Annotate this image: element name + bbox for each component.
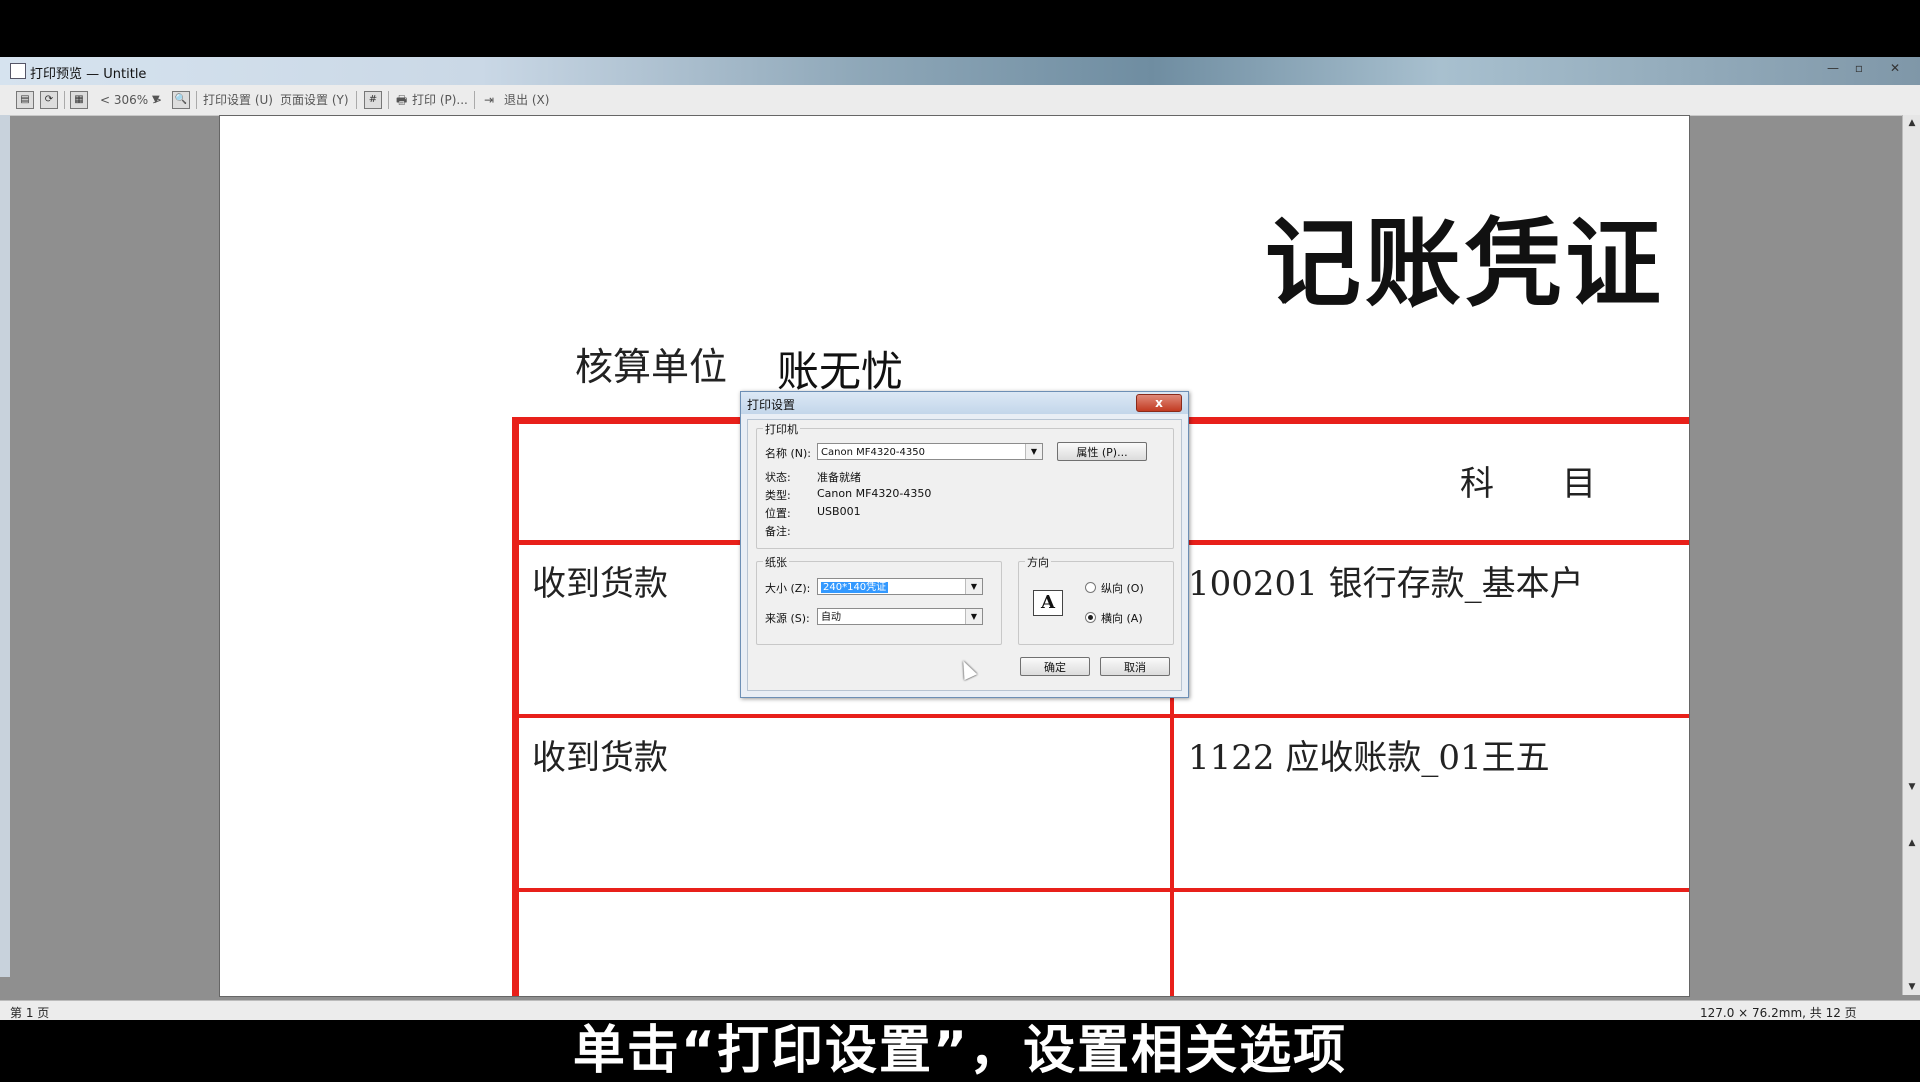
scroll-up-icon[interactable]: ▲ [1903, 115, 1920, 131]
orientation-group: 方向 A 纵向 (O) 横向 (A) [1018, 554, 1174, 645]
minimize-button[interactable]: — [1820, 59, 1846, 77]
row-summary: 收到货款 [532, 564, 668, 604]
toolbar: ▤ ⟳ ▦ < 306% > ▼ 🔍 打印设置 (U) 页面设置 (Y) # 🖶… [0, 85, 1920, 116]
page-view-icon[interactable]: ▤ [16, 91, 34, 109]
ok-button[interactable]: 确定 [1020, 657, 1090, 676]
chevron-down-icon[interactable]: ▼ [1025, 444, 1042, 459]
dialog-title-bar: 打印设置 x [741, 392, 1188, 414]
paper-source-value: 自动 [821, 612, 841, 623]
status-bar: 第 1 页 127.0 × 76.2mm, 共 12 页 [0, 1000, 1920, 1021]
zoom-magnifier-icon[interactable]: 🔍 [172, 91, 190, 109]
exit-icon: ⇥ [484, 93, 495, 107]
toolbar-separator [388, 91, 389, 109]
row-account: 1122 应收账款_01王五 [1188, 738, 1550, 778]
landscape-label[interactable]: 横向 (A) [1101, 610, 1143, 626]
orientation-group-label: 方向 [1025, 554, 1051, 570]
toolbar-separator [356, 91, 357, 109]
printer-name-label: 名称 (N): [765, 447, 812, 460]
paper-group: 纸张 大小 (Z): 240*140凭证 ▼ 来源 (S): 自动 ▼ [756, 554, 1002, 645]
comment-label: 备注: [765, 525, 791, 538]
toolbar-separator [196, 91, 197, 109]
status-page: 第 1 页 [10, 1006, 50, 1020]
exit-button[interactable]: 退出 (X) [504, 90, 549, 110]
video-subtitle: 单击“打印设置”，设置相关选项 [572, 1021, 1348, 1081]
row-summary: 收到货款 [532, 738, 668, 778]
print-button[interactable]: 打印 (P)... [412, 90, 468, 110]
table-row-line [512, 888, 1689, 892]
chevron-down-icon[interactable]: ▼ [965, 609, 982, 624]
subject-header: 科 目 [1460, 464, 1596, 504]
printer-name-select[interactable]: Canon MF4320-4350 ▼ [817, 443, 1043, 460]
paper-group-label: 纸张 [763, 554, 789, 570]
app-icon [10, 63, 26, 79]
print-setup-dialog: 打印设置 x 打印机 名称 (N): Canon MF4320-4350 ▼ 属… [740, 391, 1189, 698]
location-value: USB001 [817, 505, 861, 518]
unit-value: 账无忧 [777, 347, 904, 396]
printer-name-value: Canon MF4320-4350 [821, 447, 925, 458]
paper-size-value: 240*140凭证 [821, 582, 889, 593]
paper-size-label: 大小 (Z): [765, 582, 811, 595]
window-title: 打印预览 — Untitle [30, 67, 147, 82]
unit-label: 核算单位 [575, 345, 728, 389]
multi-page-icon[interactable]: ▦ [70, 91, 88, 109]
portrait-radio[interactable] [1085, 582, 1096, 593]
left-strip [0, 115, 10, 977]
voucher-title: 记账凭证 [1265, 207, 1665, 320]
chevron-down-icon[interactable]: ▼ [965, 579, 982, 594]
toolbar-separator [64, 91, 65, 109]
landscape-radio[interactable] [1085, 612, 1096, 623]
scroll-down-icon[interactable]: ▼ [1903, 779, 1920, 795]
page-setup-button[interactable]: 页面设置 (Y) [280, 90, 349, 110]
paper-source-select[interactable]: 自动 ▼ [817, 608, 983, 625]
close-window-button[interactable]: ✕ [1882, 59, 1908, 77]
dialog-close-button[interactable]: x [1136, 394, 1182, 412]
type-value: Canon MF4320-4350 [817, 487, 932, 500]
refresh-icon[interactable]: ⟳ [40, 91, 58, 109]
cancel-button[interactable]: 取消 [1100, 657, 1170, 676]
paper-source-label: 来源 (S): [765, 612, 810, 625]
printer-group: 打印机 名称 (N): Canon MF4320-4350 ▼ 属性 (P)..… [756, 421, 1174, 549]
orientation-preview-icon: A [1033, 590, 1063, 616]
location-label: 位置: [765, 507, 791, 520]
print-setup-button[interactable]: 打印设置 (U) [203, 90, 273, 110]
dialog-body: 打印机 名称 (N): Canon MF4320-4350 ▼ 属性 (P)..… [747, 419, 1182, 691]
row-account: 100201 银行存款_基本户 [1188, 564, 1584, 604]
paper-size-select[interactable]: 240*140凭证 ▼ [817, 578, 983, 595]
grid-icon[interactable]: # [364, 91, 382, 109]
top-black-bar [0, 0, 1920, 57]
table-row-line [512, 714, 1689, 718]
status-value: 准备就绪 [817, 471, 861, 484]
portrait-label[interactable]: 纵向 (O) [1101, 580, 1144, 596]
zoom-dropdown-icon[interactable]: ▼ [152, 90, 160, 110]
toolbar-separator [474, 91, 475, 109]
maximize-button[interactable]: ▫ [1846, 59, 1872, 77]
status-info: 127.0 × 76.2mm, 共 12 页 [1700, 1006, 1857, 1020]
title-bar: 打印预览 — Untitle — ▫ ✕ [0, 57, 1920, 85]
properties-button[interactable]: 属性 (P)... [1057, 442, 1147, 461]
scroll-down-icon[interactable]: ▼ [1903, 979, 1920, 995]
type-label: 类型: [765, 489, 791, 502]
printer-group-label: 打印机 [763, 421, 800, 437]
vertical-scrollbar[interactable]: ▲ ▼ ▲ ▼ [1902, 115, 1920, 995]
dialog-title: 打印设置 [747, 398, 796, 412]
scroll-up-icon[interactable]: ▲ [1903, 835, 1920, 851]
printer-icon: 🖶 [396, 93, 408, 107]
table-border-left [512, 417, 519, 996]
status-label: 状态: [765, 471, 791, 484]
